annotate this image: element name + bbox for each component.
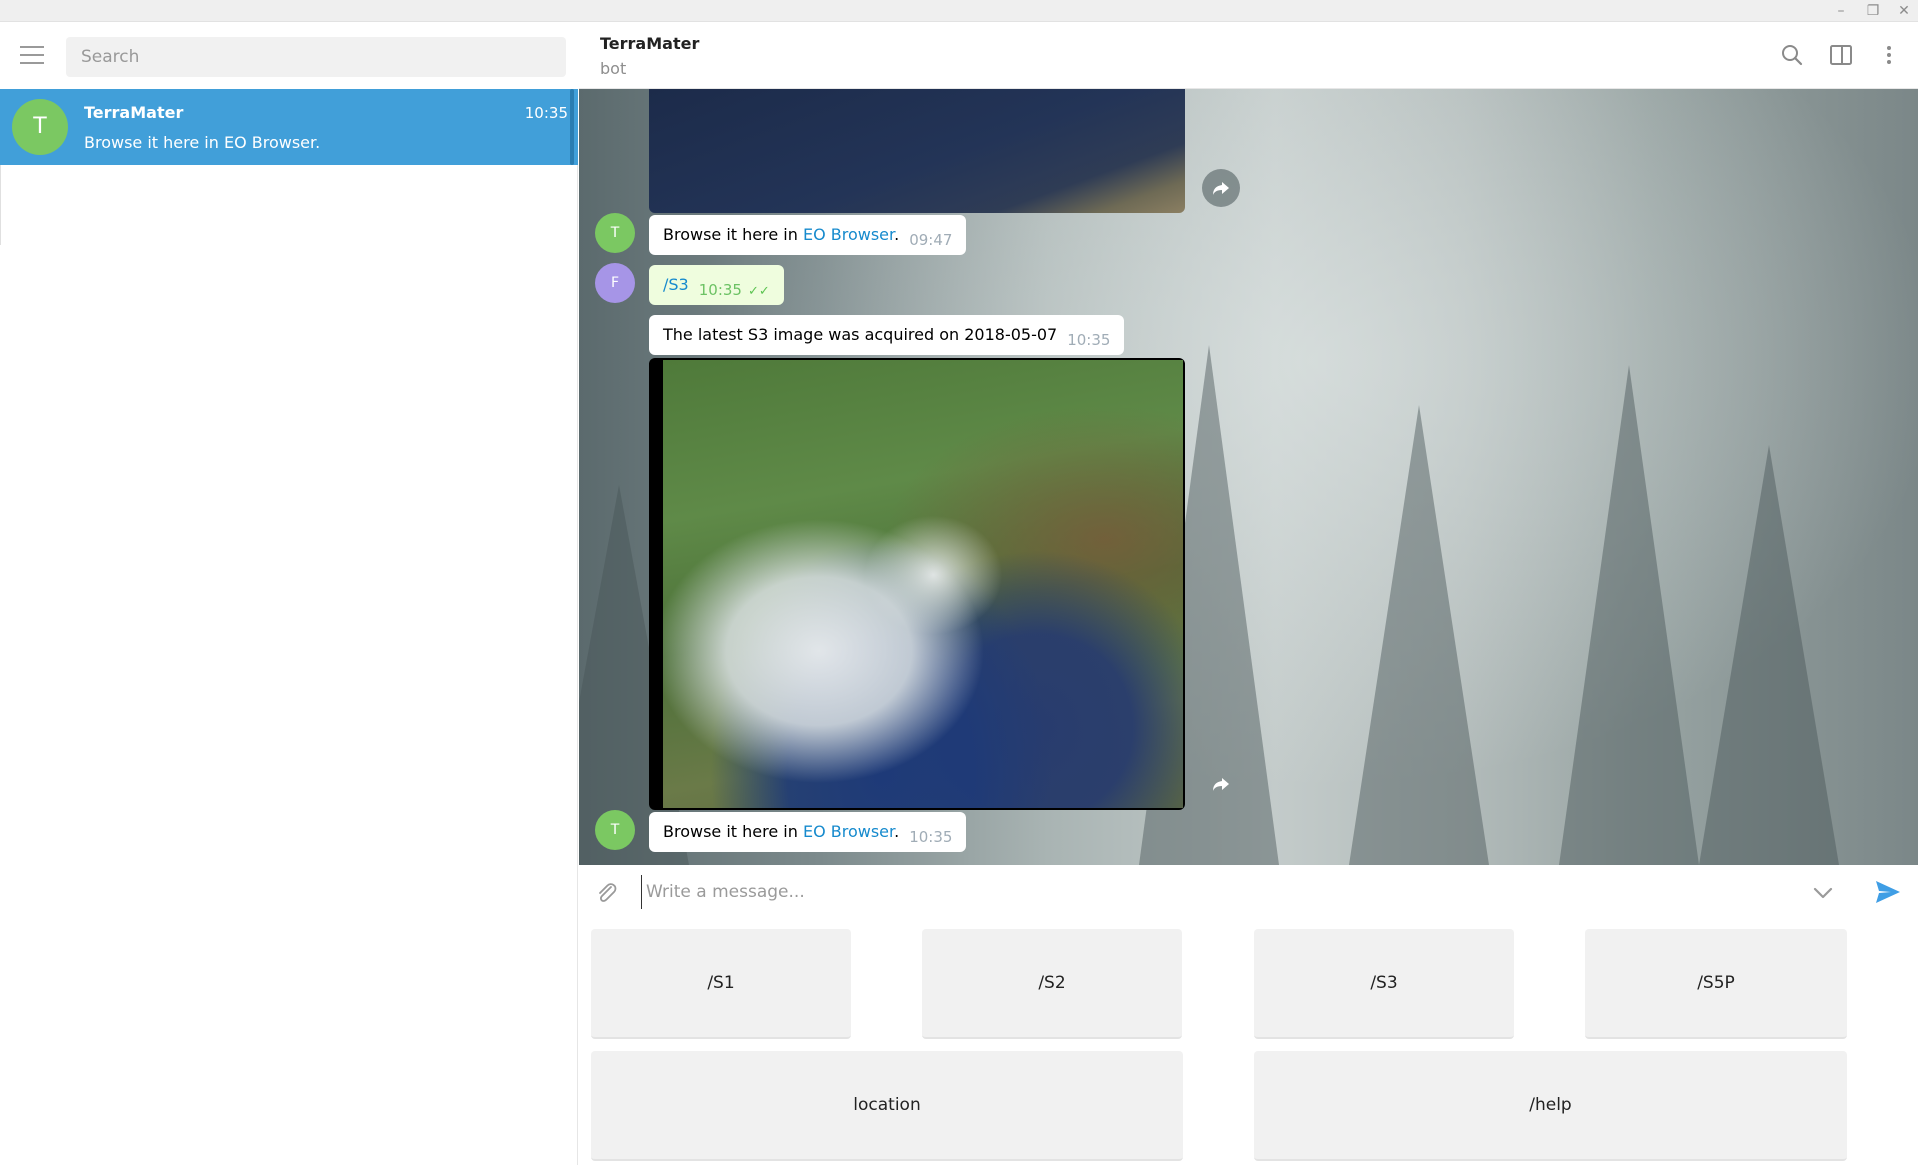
message-text: Browse it here in [663,225,803,244]
avatar: T [12,99,68,155]
background-tree [1699,445,1839,865]
avatar[interactable]: T [595,810,635,850]
message-image-1[interactable] [649,89,1185,213]
maximize-button[interactable]: ❐ [1862,1,1884,21]
chat-name: TerraMater [84,103,184,122]
background-tree [1559,365,1699,865]
keyboard-button-s1[interactable]: /S1 [591,929,851,1039]
side-panel-icon[interactable] [1828,42,1854,68]
menu-icon[interactable] [20,46,44,64]
message-image-satellite[interactable] [649,358,1185,810]
message-text: The latest S3 image was acquired on 2018… [663,325,1058,344]
peer-name[interactable]: TerraMater [600,34,699,53]
bot-keyboard: /S1 /S2 /S3 /S5P location /help [579,919,1918,1165]
message-bubble: Browse it here in EO Browser. 09:47 [649,215,967,255]
message-text: . [894,822,900,841]
window-titlebar: – ❐ ✕ [0,0,1918,22]
avatar[interactable]: T [595,213,635,253]
send-icon[interactable] [1873,877,1903,907]
message-time: 10:35 [1067,331,1111,349]
keyboard-button-s2[interactable]: /S2 [922,929,1182,1039]
peer-status: bot [600,59,627,78]
search-icon[interactable] [1779,42,1805,68]
message-text: Browse it here in [663,822,803,841]
chevron-down-icon[interactable] [1809,879,1837,907]
message-time: 10:35 [698,281,742,299]
chat-preview: Browse it here in EO Browser. [84,133,321,152]
keyboard-button-s5p[interactable]: /S5P [1585,929,1847,1039]
chat-header: TerraMater bot [579,22,1918,89]
message-history[interactable]: T Browse it here in EO Browser. 09:47 F /… [579,89,1918,865]
satellite-image [663,360,1183,808]
sidebar-scrollbar[interactable] [570,89,574,165]
close-button[interactable]: ✕ [1893,1,1915,21]
message-text: . [894,225,900,244]
attach-icon[interactable] [593,879,621,907]
keyboard-button-help[interactable]: /help [1254,1051,1847,1161]
chat-list-item-terramater[interactable]: T TerraMater 10:35 Browse it here in EO … [0,89,578,165]
message-bubble: The latest S3 image was acquired on 2018… [649,315,1125,355]
read-checkmarks-icon: ✓✓ [747,284,770,299]
message-time: 09:47 [909,231,953,249]
message-bubble-outgoing: /S3 10:35 ✓✓ [649,265,784,305]
background-tree [1349,405,1489,865]
minimize-button[interactable]: – [1830,1,1852,21]
share-icon[interactable] [1202,169,1240,207]
sidebar: T TerraMater 10:35 Browse it here in EO … [0,22,578,1165]
eo-browser-link[interactable]: EO Browser [803,225,894,244]
message-bubble: Browse it here in EO Browser. 10:35 [649,812,967,852]
command-link[interactable]: /S3 [663,275,689,294]
eo-browser-link[interactable]: EO Browser [803,822,894,841]
message-input[interactable] [641,875,1761,909]
sidebar-header [0,22,578,89]
keyboard-button-location[interactable]: location [591,1051,1183,1161]
divider [0,165,6,245]
more-vertical-icon[interactable] [1876,42,1902,68]
share-icon[interactable] [1202,765,1240,803]
message-composer [579,865,1918,919]
chat-time: 10:35 [524,104,568,122]
message-time: 10:35 [909,828,953,846]
avatar[interactable]: F [595,263,635,303]
search-input[interactable] [66,37,566,77]
keyboard-button-s3[interactable]: /S3 [1254,929,1514,1039]
